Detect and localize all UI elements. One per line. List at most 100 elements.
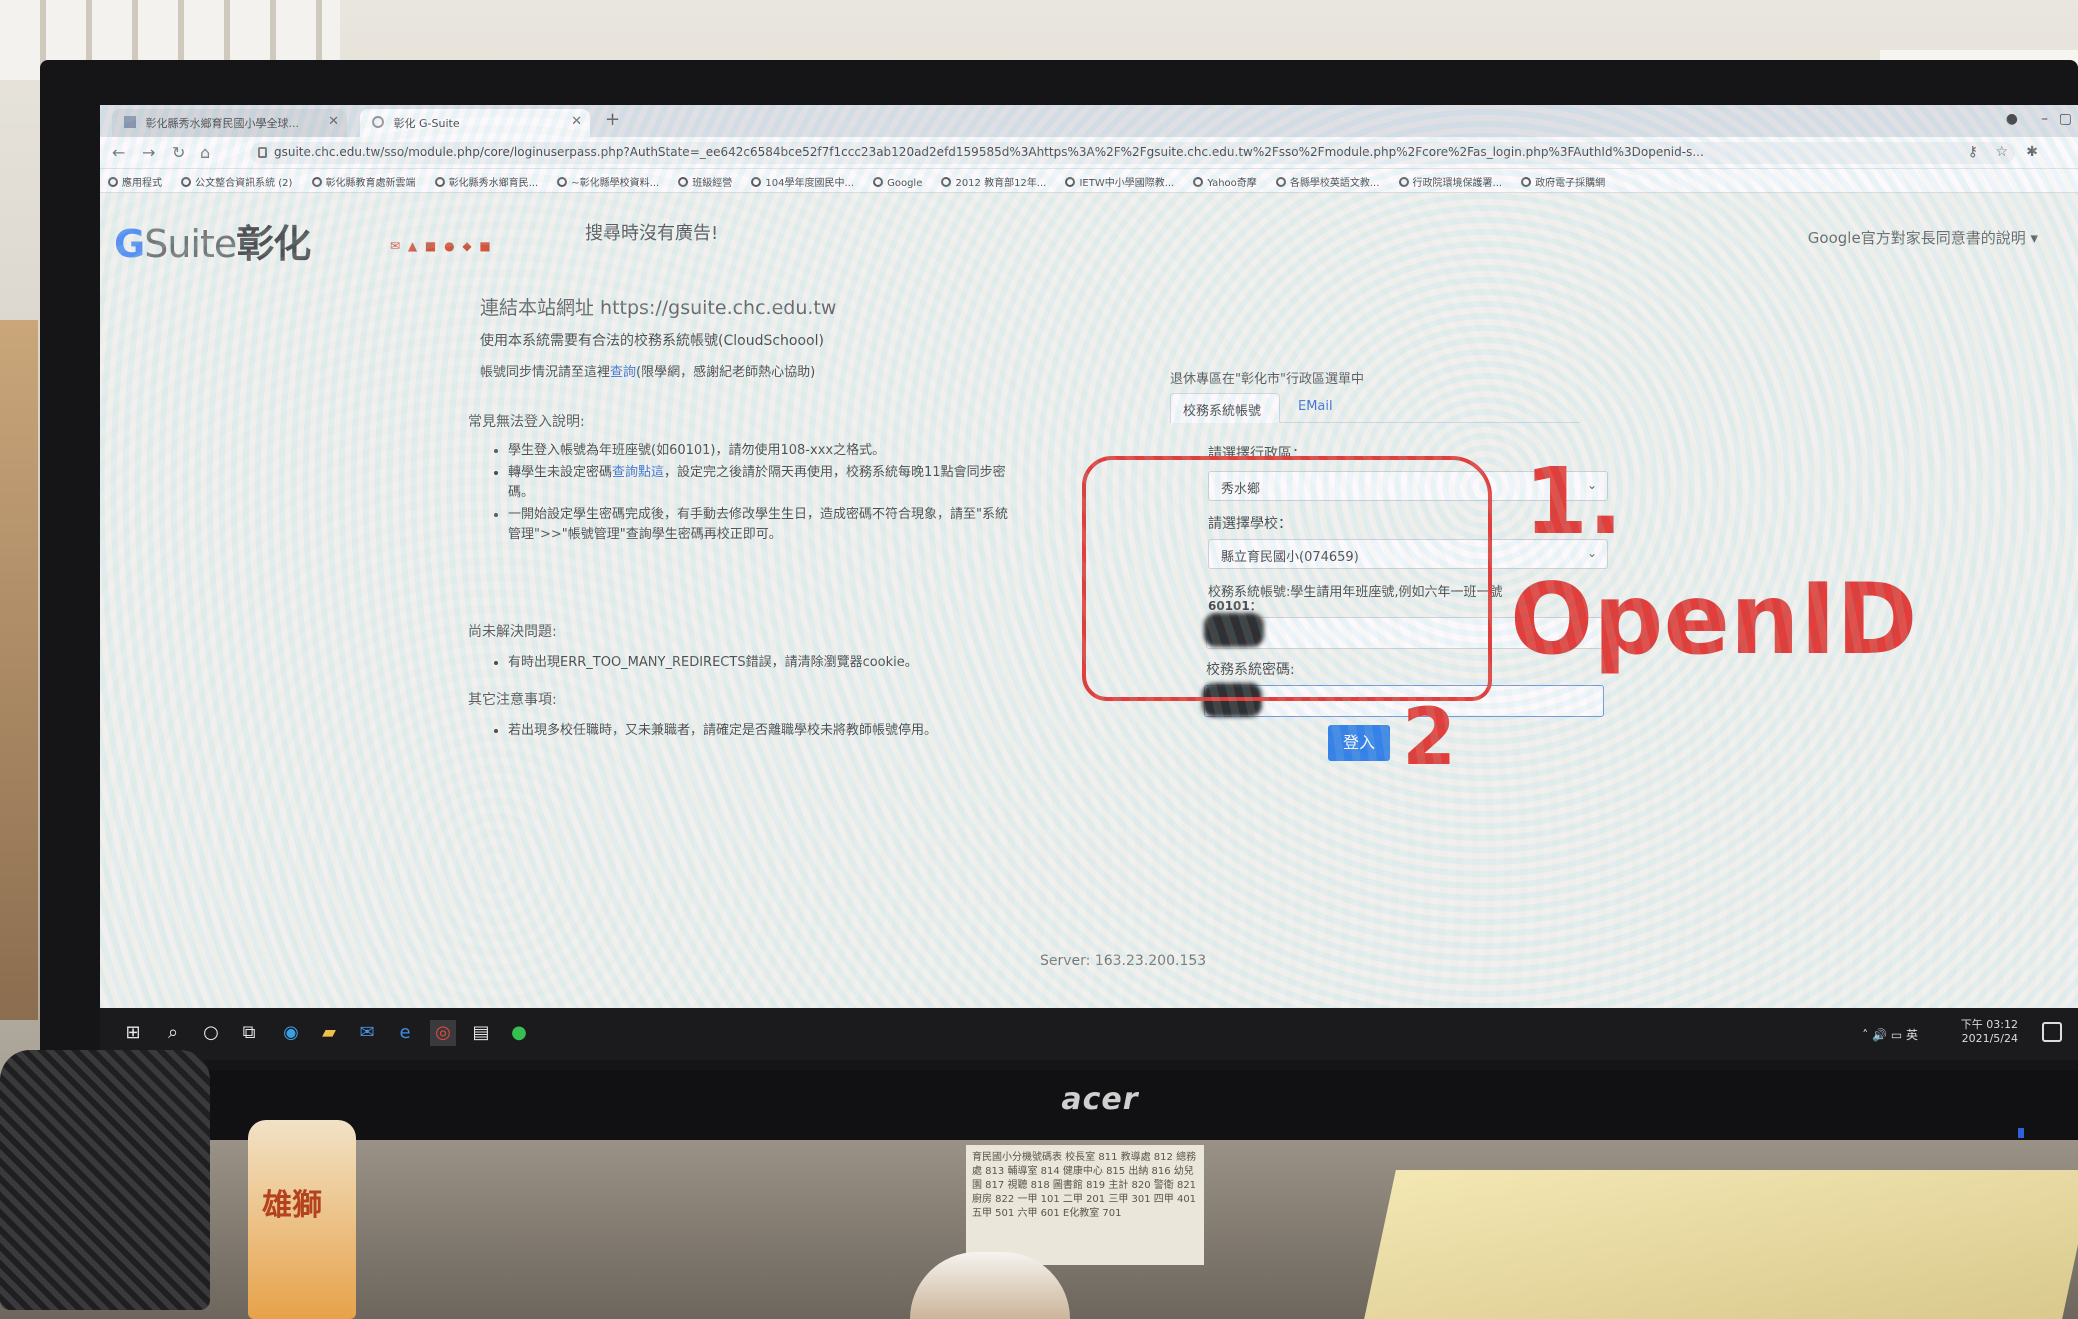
power-led (2018, 1128, 2024, 1138)
globe-icon (1275, 177, 1286, 187)
task-view-icon[interactable]: ⧉ (236, 1020, 262, 1046)
chrome-icon[interactable]: ◎ (430, 1020, 456, 1046)
parent-consent-link[interactable]: Google官方對家長同意書的說明 ▾ (1808, 227, 2038, 248)
monitor-screen: 彰化縣秀水鄉育民國小學全球... ✕ 彰化 G-Suite ✕ + ● – ▢ … (100, 105, 2078, 1060)
retired-note: 退休專區在"彰化市"行政區選單中 (1170, 372, 1364, 387)
bookmark-item[interactable]: 2012 教育部12年... (941, 174, 1046, 189)
apps-grid-icon (108, 177, 118, 187)
list-item: 若出現多校任職時，又未兼職者，請確定是否離職學校未將教師帳號停用。 (508, 719, 1050, 738)
yahoo-icon (1193, 177, 1204, 187)
profile-icon[interactable]: ● (2006, 111, 2018, 127)
bookmark-item[interactable]: 104學年度國民中... (751, 174, 854, 189)
login-page: GSuite彰化 ✉ ▲ ■ ● ◆ ■ 搜尋時沒有廣告! Google官方對家… (100, 193, 2078, 1008)
search-icon[interactable]: ⌕ (160, 1020, 186, 1046)
bookmark-item[interactable]: 行政院環境保護署... (1398, 174, 1502, 189)
faq-heading: 常見無法登入說明: (468, 414, 585, 430)
mail-icon[interactable]: ✉ (354, 1020, 380, 1046)
folder-icon (678, 177, 689, 187)
bookmark-item[interactable]: IETW中小學國際教... (1065, 174, 1174, 189)
forward-arrow-icon[interactable]: → (142, 143, 155, 162)
tab-school-account[interactable]: 校務系統帳號 (1170, 393, 1280, 423)
other-notes-list: 若出現多校任職時，又未兼職者，請確定是否離職學校未將教師帳號停用。 (490, 719, 1050, 738)
annotation-box (1082, 456, 1492, 701)
calculator-icon[interactable]: ▤ (468, 1020, 494, 1046)
login-tab-bar: 校務系統帳號 EMail (1170, 393, 1580, 423)
unresolved-list: 有時出現ERR_TOO_MANY_REDIRECTS錯誤，請清除瀏覽器cooki… (490, 651, 1050, 670)
sync-query-link[interactable]: 查詢 (610, 365, 636, 380)
bookmark-item[interactable]: Yahoo奇摩 (1193, 174, 1257, 189)
bookmark-item[interactable]: 班級經營 (678, 174, 732, 189)
moe-icon (941, 177, 952, 187)
bookmark-item[interactable]: 政府電子採購網 (1521, 174, 1605, 189)
annotation-step-2: 2 (1402, 693, 1457, 783)
account-requirement-note: 使用本系統需要有合法的校務系統帳號(CloudSchoool) (480, 333, 824, 349)
reload-icon[interactable]: ↻ (172, 143, 185, 162)
bookmarks-bar: 應用程式 公文整合資訊系統 (2) 彰化縣教育處新雲端 彰化縣秀水鄉育民... … (100, 169, 2078, 193)
list-item: 有時出現ERR_TOO_MANY_REDIRECTS錯誤，請清除瀏覽器cooki… (508, 651, 1050, 670)
close-icon[interactable]: ✕ (328, 114, 339, 129)
globe-icon (1521, 177, 1532, 187)
epa-icon (1398, 177, 1409, 187)
tab-gsuite[interactable]: 彰化 G-Suite ✕ (360, 109, 590, 137)
server-info: Server: 163.23.200.153 (1040, 953, 1207, 969)
edge-icon[interactable]: ◉ (278, 1020, 304, 1046)
password-query-link[interactable]: 查詢點這 (612, 465, 664, 480)
address-text: gsuite.chc.edu.tw/sso/module.php/core/lo… (274, 145, 1704, 159)
windows-start-icon[interactable]: ⊞ (120, 1020, 146, 1046)
star-icon[interactable]: ☆ (1995, 144, 2008, 160)
list-item: 轉學生未設定密碼查詢點這，設定完之後請於隔天再使用，校務系統每晚11點會同步密碼… (508, 463, 1010, 503)
bookmark-item[interactable]: 各縣學校英語文教... (1275, 174, 1379, 189)
bookmark-apps[interactable]: 應用程式 (108, 174, 162, 189)
other-notes-heading: 其它注意事項: (468, 692, 557, 708)
bookmark-item[interactable]: 公文整合資訊系統 (2) (181, 174, 292, 189)
tab-school-site[interactable]: 彰化縣秀水鄉育民國小學全球... ✕ (112, 109, 347, 137)
sync-status-note: 帳號同步情況請至這裡查詢(限學網，感謝紀老師熱心協助) (480, 365, 816, 380)
notification-icon[interactable] (2042, 1022, 2062, 1042)
back-arrow-icon[interactable]: ← (112, 143, 125, 162)
cloud-icon (311, 177, 322, 187)
line-app-icon[interactable]: ● (506, 1020, 532, 1046)
bookmark-item[interactable]: ~彰化縣學校資料... (557, 174, 659, 189)
minimize-icon[interactable]: – (2041, 111, 2048, 127)
bookmark-item[interactable]: 彰化縣秀水鄉育民... (434, 174, 538, 189)
gsuite-chhua-logo: GSuite彰化 (114, 222, 311, 266)
wall-corkboard (0, 320, 38, 1020)
list-item: 學生登入帳號為年班座號(如60101)，請勿使用108-xxx之格式。 (508, 441, 1010, 461)
site-url: 連結本站網址 https://gsuite.chc.edu.tw (480, 297, 837, 319)
extension-number-card: 育民國小分機號碼表 校長室 811 教導處 812 總務處 813 輔導室 81… (966, 1145, 1204, 1265)
address-bar[interactable]: gsuite.chc.edu.tw/sso/module.php/core/lo… (250, 142, 2015, 164)
monitor-brand-logo: acer (1061, 1082, 1139, 1117)
desk-papers (1364, 1170, 2078, 1319)
mesh-pen-cup (0, 1050, 210, 1310)
browser-toolbar: ← → ↻ ⌂ gsuite.chc.edu.tw/sso/module.php… (100, 137, 2078, 169)
school-icon (434, 177, 445, 187)
school-favicon-icon (124, 116, 136, 128)
internet-explorer-icon[interactable]: e (392, 1020, 418, 1046)
annotation-step-1: 1. (1524, 448, 1623, 555)
list-item: 一開始設定學生密碼完成後，有手動去修改學生生日，造成密碼不符合現象，請至"系統管… (508, 505, 1010, 545)
key-icon[interactable]: ⚷ (1968, 144, 1978, 160)
cortana-icon[interactable]: ○ (198, 1020, 224, 1046)
close-icon[interactable]: ✕ (571, 114, 582, 129)
home-icon[interactable]: ⌂ (200, 143, 210, 162)
lock-icon[interactable] (258, 147, 267, 158)
bookmark-item[interactable]: 彰化縣教育處新雲端 (311, 174, 416, 189)
globe-icon (181, 177, 192, 187)
maximize-icon[interactable]: ▢ (2059, 111, 2072, 127)
system-tray-icons[interactable]: ˄ 🔊 ▭ 英 (1862, 1026, 1918, 1043)
tab-label: 彰化 G-Suite (393, 117, 460, 130)
bottle-label: 雄獅 (262, 1188, 322, 1223)
extension-puzzle-icon[interactable]: ✱ (2026, 144, 2038, 160)
windows-taskbar: ⊞ ⌕ ○ ⧉ ◉ ▰ ✉ e ◎ ▤ ● ˄ 🔊 ▭ 英 下午 03:12 2… (100, 1008, 2078, 1060)
taskbar-clock[interactable]: 下午 03:12 2021/5/24 (1961, 1018, 2018, 1046)
tab-label: 彰化縣秀水鄉育民國小學全球... (145, 117, 300, 130)
google-icon (873, 177, 884, 187)
unresolved-heading: 尚未解決問題: (468, 624, 557, 640)
login-button[interactable]: 登入 (1328, 725, 1390, 761)
tab-email[interactable]: EMail (1286, 393, 1345, 423)
globe-icon (751, 177, 762, 187)
bookmark-item[interactable]: Google (873, 177, 922, 189)
new-tab-button[interactable]: + (605, 109, 620, 130)
file-explorer-icon[interactable]: ▰ (316, 1020, 342, 1046)
google-apps-icons: ✉ ▲ ■ ● ◆ ■ (390, 239, 493, 253)
